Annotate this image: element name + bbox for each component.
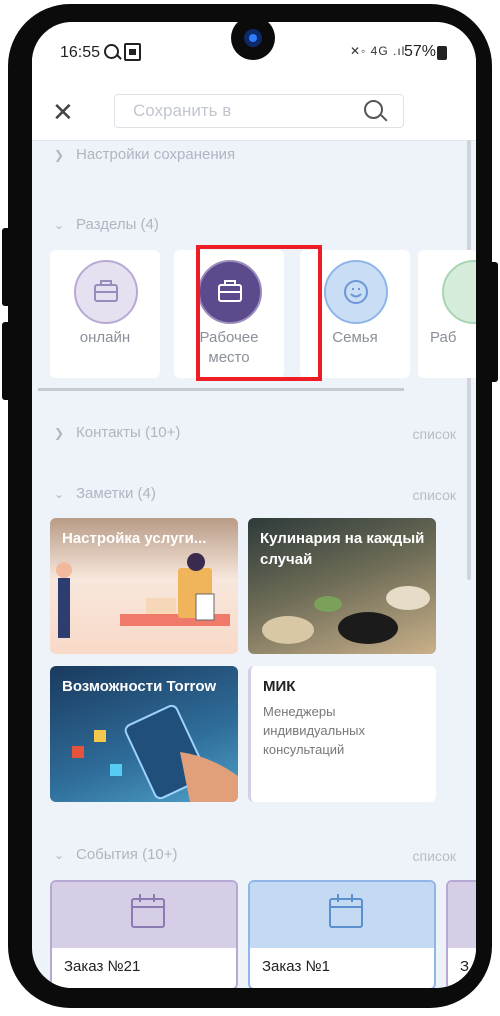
- chevron-down-icon: ⌄: [54, 487, 65, 501]
- note-card[interactable]: Кулинария на каждый случай: [248, 518, 436, 654]
- note-card[interactable]: Возможности Torrow: [50, 666, 238, 802]
- search-placeholder: Сохранить в: [133, 101, 232, 120]
- note-title: Кулинария на каждый случай: [260, 530, 425, 568]
- section-title: События (10+): [76, 846, 178, 863]
- gallery-notification-icon: [124, 43, 141, 61]
- save-toolbar: ✕ Сохранить в: [32, 84, 476, 141]
- event-header: [250, 882, 434, 948]
- event-card[interactable]: Заказ №21: [50, 880, 238, 988]
- calendar-icon: [329, 894, 363, 928]
- horizontal-scrollbar[interactable]: [38, 388, 404, 391]
- notes-list-link[interactable]: список: [413, 487, 456, 503]
- section-title: Заметки (4): [76, 485, 156, 502]
- partition-card-online[interactable]: онлайн: [50, 250, 160, 378]
- section-title: Настройки сохранения: [76, 146, 236, 163]
- close-icon[interactable]: ✕: [52, 94, 74, 130]
- selection-highlight: [196, 245, 322, 381]
- contacts-list-link[interactable]: список: [413, 426, 456, 442]
- front-camera: [231, 16, 275, 60]
- note-description: Менеджеры индивидуальных консультаций: [263, 704, 366, 757]
- event-card-partial[interactable]: З: [446, 880, 476, 988]
- signal-icons: ✕◦ 4G .ıl: [350, 44, 406, 58]
- search-input[interactable]: Сохранить в: [114, 94, 404, 128]
- chevron-down-icon: ⌄: [54, 218, 65, 232]
- app-screen: 16:55 ✕◦ 4G .ıl 57% ✕ Сохранить в ❯ Настр…: [32, 22, 476, 988]
- note-card[interactable]: Настройка услуги...: [50, 518, 238, 654]
- section-title: Разделы (4): [76, 216, 159, 233]
- network-type: 4G: [370, 44, 389, 58]
- smile-icon: [324, 260, 388, 324]
- partition-label: онлайн: [79, 329, 131, 346]
- events-list-link[interactable]: список: [413, 848, 456, 864]
- power-button: [488, 262, 498, 382]
- battery-level: 57%: [404, 43, 437, 60]
- event-title: Заказ №21: [64, 958, 141, 975]
- chevron-down-icon: ⌄: [54, 848, 65, 862]
- search-notification-icon: [104, 44, 119, 59]
- partition-label: Раб: [430, 329, 457, 346]
- partition-circle-icon: [442, 260, 476, 324]
- briefcase-icon: [74, 260, 138, 324]
- section-title: Контакты (10+): [76, 424, 181, 441]
- calendar-icon: [131, 894, 165, 928]
- note-card[interactable]: МИК Менеджеры индивидуальных консультаци…: [248, 666, 436, 802]
- battery-icon: [437, 46, 447, 60]
- note-title: Настройка услуги...: [62, 530, 207, 547]
- event-header: [448, 882, 476, 948]
- status-time: 16:55: [60, 44, 101, 61]
- section-partitions[interactable]: ⌄ Разделы (4): [54, 216, 159, 233]
- section-events[interactable]: ⌄ События (10+): [54, 846, 178, 863]
- chevron-right-icon: ❯: [54, 426, 65, 440]
- chevron-right-icon: ❯: [54, 148, 65, 162]
- note-title: МИК: [263, 678, 296, 695]
- event-title: З: [460, 958, 470, 975]
- search-icon[interactable]: [364, 100, 383, 119]
- volume-button: [2, 228, 12, 306]
- event-title: Заказ №1: [262, 958, 330, 975]
- event-card[interactable]: Заказ №1: [248, 880, 436, 988]
- section-contacts[interactable]: ❯ Контакты (10+): [54, 424, 180, 441]
- section-save-settings[interactable]: ❯ Настройки сохранения: [54, 146, 235, 163]
- partition-card-partial[interactable]: Раб: [418, 250, 476, 378]
- volume-button-2: [2, 322, 12, 400]
- event-header: [52, 882, 236, 948]
- section-notes[interactable]: ⌄ Заметки (4): [54, 485, 156, 502]
- note-title: Возможности Torrow: [62, 678, 217, 695]
